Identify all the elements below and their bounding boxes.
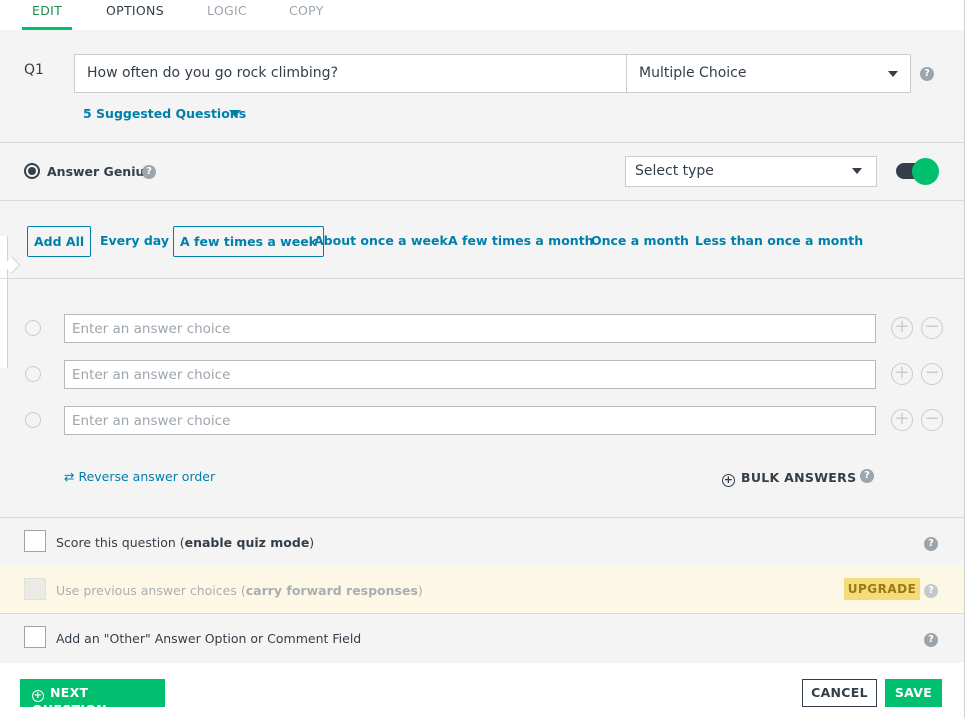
- reverse-icon: ⇄: [64, 469, 75, 484]
- question-number: Q1: [24, 62, 44, 78]
- remove-answer-icon[interactable]: −: [921, 363, 943, 385]
- carry-text: Use previous answer choices (: [56, 583, 246, 598]
- carry-forward-label: Use previous answer choices (carry forwa…: [56, 583, 423, 598]
- plus-circle-icon: +: [32, 690, 44, 702]
- question-type-dropdown[interactable]: Multiple Choice: [626, 54, 911, 93]
- suggestion-chip[interactable]: Once a month: [585, 226, 695, 257]
- remove-answer-icon[interactable]: −: [921, 317, 943, 339]
- tab-options[interactable]: OPTIONS: [106, 3, 164, 30]
- divider: [0, 142, 964, 143]
- answer-type-select[interactable]: Select type: [625, 156, 877, 187]
- answer-genius-icon: [24, 163, 40, 179]
- other-option-label: Add an "Other" Answer Option or Comment …: [56, 631, 362, 646]
- toggle-knob[interactable]: [912, 158, 939, 185]
- next-question-label: NEXT QUESTION: [32, 685, 107, 717]
- answer-choice-input[interactable]: Enter an answer choice: [64, 406, 876, 435]
- question-type-value: Multiple Choice: [639, 65, 747, 81]
- answer-choice-input[interactable]: Enter an answer choice: [64, 314, 876, 343]
- upgrade-badge[interactable]: UPGRADE: [844, 578, 920, 600]
- bulk-answers-button[interactable]: + BULK ANSWERS: [722, 470, 856, 487]
- suggestion-add-all[interactable]: Add All: [27, 226, 92, 257]
- answer-radio: [25, 412, 41, 428]
- carry-forward-bold: carry forward responses: [245, 583, 418, 598]
- answer-choice-input[interactable]: Enter an answer choice: [64, 360, 876, 389]
- score-close: ): [309, 535, 315, 550]
- carry-forward-row: Use previous answer choices (carry forwa…: [0, 566, 964, 614]
- score-text: Score this question (: [56, 535, 185, 550]
- help-icon[interactable]: ?: [924, 584, 938, 598]
- cancel-button[interactable]: CANCEL: [802, 679, 877, 707]
- answer-radio: [25, 366, 41, 382]
- divider: [0, 200, 964, 201]
- score-question-checkbox[interactable]: [24, 530, 46, 552]
- answer-type-value: Select type: [635, 163, 714, 179]
- bulk-answers-label: BULK ANSWERS: [741, 470, 857, 485]
- other-option-row: Add an "Other" Answer Option or Comment …: [0, 614, 964, 662]
- suggested-questions-link[interactable]: 5 Suggested Questions: [83, 106, 246, 121]
- reverse-answer-order-link[interactable]: ⇄ Reverse answer order: [64, 469, 215, 484]
- help-icon[interactable]: ?: [924, 633, 938, 647]
- tab-bar: EDIT OPTIONS LOGIC COPY: [0, 0, 967, 30]
- panel-border: [964, 0, 965, 718]
- suggestion-chip[interactable]: About once a week: [308, 226, 454, 257]
- plus-circle-icon: +: [722, 473, 735, 487]
- caret-down-icon[interactable]: [229, 110, 241, 117]
- divider: [0, 278, 964, 279]
- popover-edge: [0, 236, 8, 368]
- help-icon[interactable]: ?: [924, 537, 938, 551]
- tab-copy[interactable]: COPY: [289, 3, 324, 30]
- add-answer-icon[interactable]: +: [891, 363, 913, 385]
- help-icon[interactable]: ?: [142, 165, 156, 179]
- score-question-row: Score this question (enable quiz mode) ?: [0, 518, 964, 566]
- question-text-input[interactable]: How often do you go rock climbing?: [74, 54, 627, 93]
- help-icon[interactable]: ?: [920, 67, 934, 81]
- score-question-label: Score this question (enable quiz mode): [56, 535, 314, 550]
- tab-logic[interactable]: LOGIC: [207, 3, 247, 30]
- other-option-checkbox[interactable]: [24, 626, 46, 648]
- suggestion-chip[interactable]: A few times a week: [173, 226, 324, 257]
- chevron-down-icon: [888, 71, 898, 77]
- suggestion-chip[interactable]: Less than once a month: [689, 226, 869, 257]
- suggestion-chip[interactable]: A few times a month: [442, 226, 600, 257]
- answer-genius-label: Answer Genius: [47, 164, 152, 179]
- carry-forward-checkbox: [24, 578, 46, 600]
- tab-edit[interactable]: EDIT: [22, 3, 73, 30]
- carry-close: ): [417, 583, 423, 598]
- reverse-answer-order-label: Reverse answer order: [78, 469, 216, 484]
- next-question-button[interactable]: + NEXT QUESTION: [20, 679, 165, 717]
- add-answer-icon[interactable]: +: [891, 409, 913, 431]
- chevron-down-icon: [852, 168, 862, 174]
- save-button[interactable]: SAVE: [885, 679, 942, 707]
- add-answer-icon[interactable]: +: [891, 317, 913, 339]
- answer-radio: [25, 320, 41, 336]
- help-icon[interactable]: ?: [860, 469, 874, 483]
- suggestion-chip[interactable]: Every day: [94, 226, 175, 257]
- remove-answer-icon[interactable]: −: [921, 409, 943, 431]
- enable-quiz-mode-text: enable quiz mode: [184, 535, 310, 550]
